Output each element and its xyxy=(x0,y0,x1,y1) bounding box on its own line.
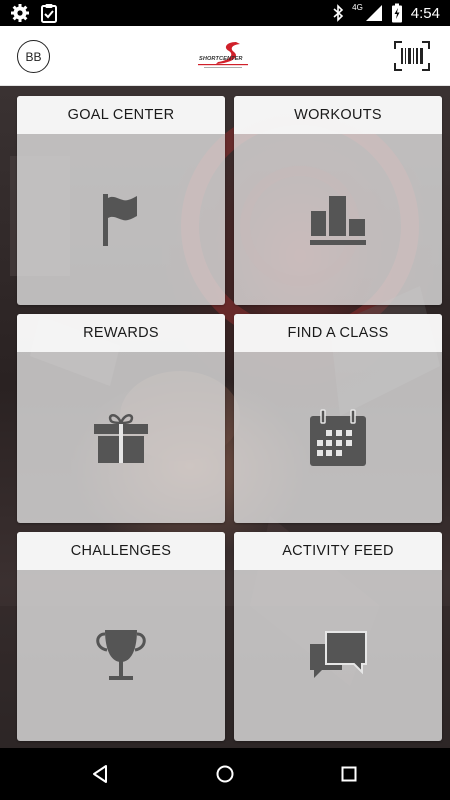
dashboard-content: GOAL CENTER WORKOUTS REWARDS FIND A CLAS… xyxy=(0,86,450,748)
logo-text: SHORTCENTER xyxy=(199,56,243,62)
home-button[interactable] xyxy=(213,762,237,786)
status-bar: 4G 4:54 xyxy=(0,0,450,26)
battery-charging-icon xyxy=(391,3,403,23)
back-button[interactable] xyxy=(88,762,112,786)
avatar[interactable]: BB xyxy=(17,40,50,73)
tile-rewards[interactable]: REWARDS xyxy=(17,314,225,523)
network-type-label: 4G xyxy=(352,2,363,12)
back-icon xyxy=(93,765,107,783)
recents-button[interactable] xyxy=(337,762,361,786)
recents-icon xyxy=(341,766,357,782)
tile-find-a-class[interactable]: FIND A CLASS xyxy=(234,314,442,523)
status-time: 4:54 xyxy=(410,4,440,22)
gift-icon xyxy=(94,413,148,463)
club-logo: SHORTCENTER xyxy=(196,40,254,72)
bar-chart-icon xyxy=(310,195,366,245)
app-header: BB SHORTCENTER xyxy=(0,26,450,86)
tile-label: ACTIVITY FEED xyxy=(234,532,442,570)
tile-challenges[interactable]: CHALLENGES xyxy=(17,532,225,741)
tile-label: FIND A CLASS xyxy=(234,314,442,352)
clipboard-check-icon xyxy=(40,3,58,23)
tile-activity-feed[interactable]: ACTIVITY FEED xyxy=(234,532,442,741)
trophy-icon xyxy=(96,629,146,680)
barcode-scan-icon xyxy=(394,41,430,71)
flag-icon xyxy=(103,193,137,246)
chat-bubbles-icon xyxy=(310,630,367,678)
tile-label: WORKOUTS xyxy=(234,96,442,134)
tile-workouts[interactable]: WORKOUTS xyxy=(234,96,442,305)
tile-label: GOAL CENTER xyxy=(17,96,225,134)
tile-label: CHALLENGES xyxy=(17,532,225,570)
signal-icon xyxy=(365,4,383,22)
barcode-scan-button[interactable] xyxy=(394,41,430,71)
settings-icon xyxy=(10,3,30,23)
tile-label: REWARDS xyxy=(17,314,225,352)
bluetooth-icon xyxy=(332,4,344,22)
tile-goal-center[interactable]: GOAL CENTER xyxy=(17,96,225,305)
home-icon xyxy=(216,765,234,783)
system-nav-bar xyxy=(0,748,450,800)
calendar-icon xyxy=(310,408,366,466)
